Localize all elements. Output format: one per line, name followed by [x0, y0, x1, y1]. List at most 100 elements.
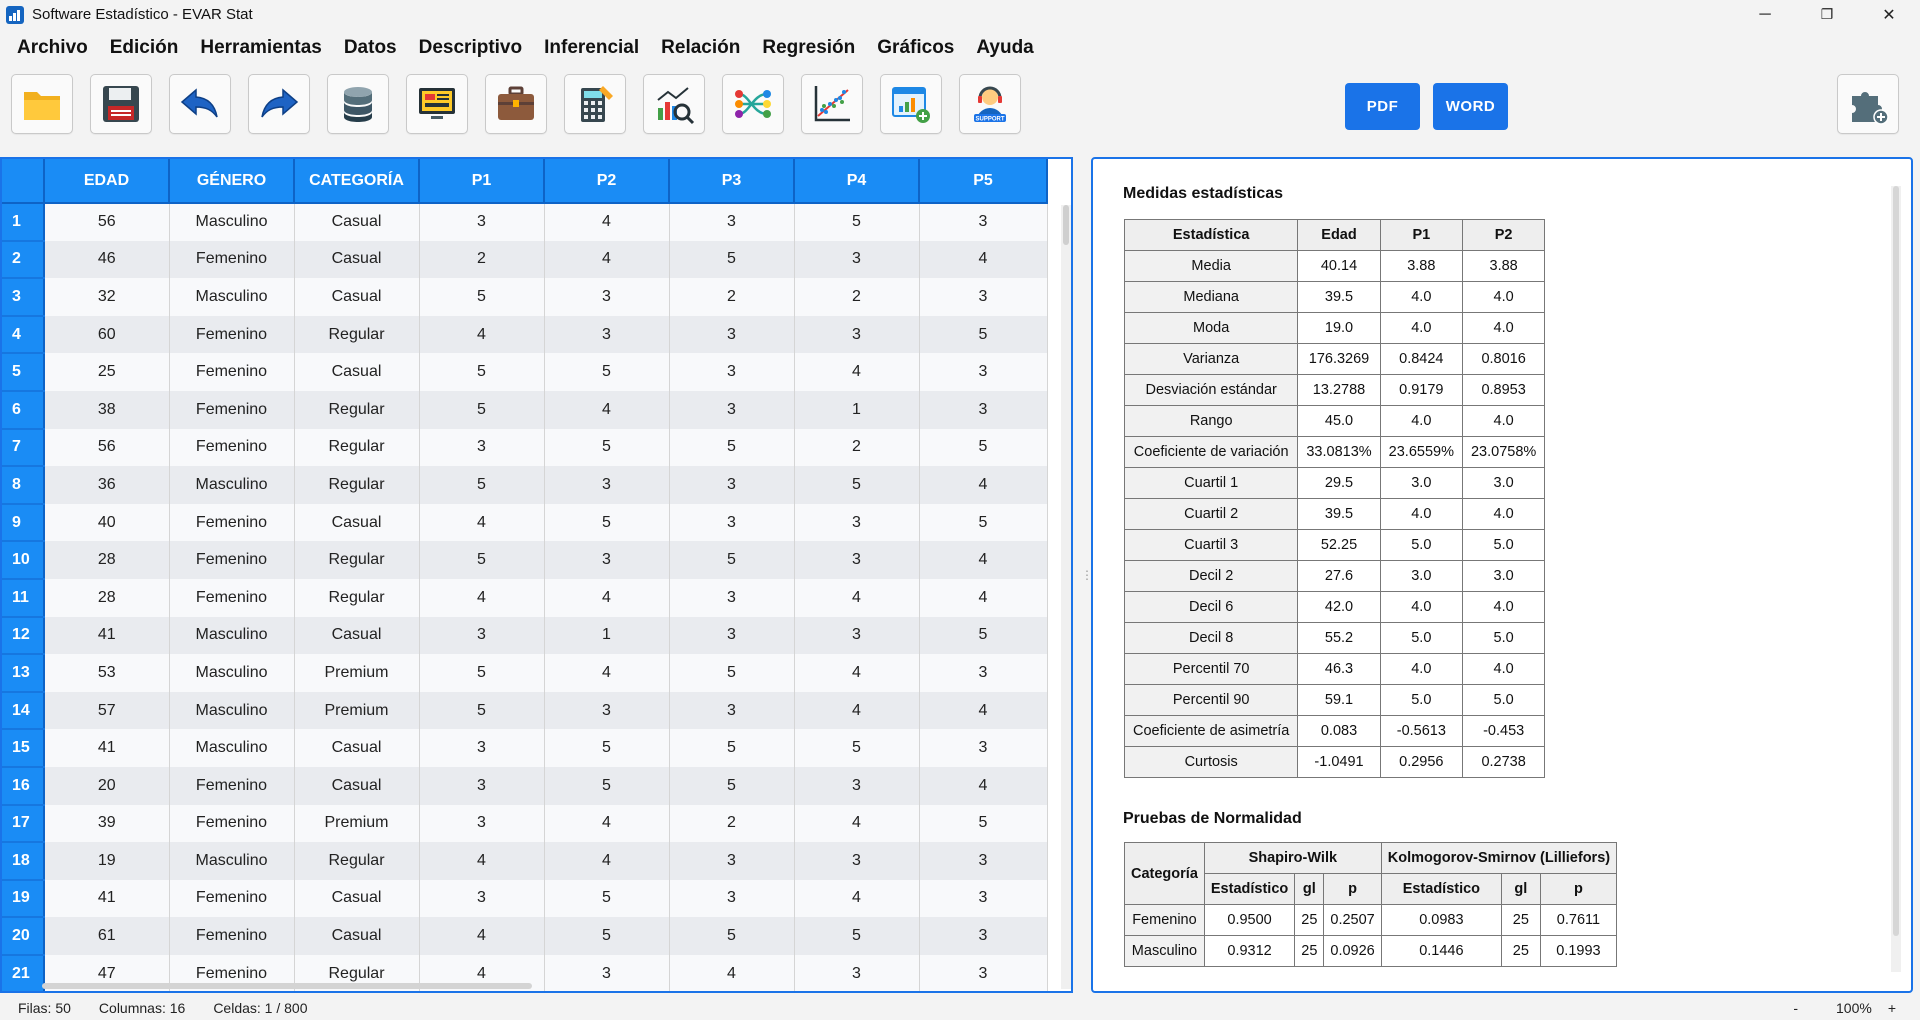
grid-cell[interactable]: 56 — [44, 203, 170, 241]
grid-cell[interactable]: 4 — [544, 654, 670, 692]
grid-cell[interactable]: 5 — [419, 466, 545, 504]
grid-cell[interactable]: Femenino — [169, 766, 295, 805]
menu-descriptivo[interactable]: Descriptivo — [408, 37, 533, 59]
grid-cell[interactable]: 56 — [44, 428, 170, 467]
grid-cell[interactable]: 53 — [44, 654, 170, 692]
grid-cell[interactable]: 3 — [544, 954, 670, 991]
grid-cell[interactable]: 41 — [44, 729, 170, 767]
data-grid[interactable]: EDAD GÉNERO CATEGORÍA P1 P2 P3 P4 P5 1 56 Masculi… — [0, 157, 1073, 993]
row-number[interactable]: 10 — [2, 541, 45, 580]
grid-cell[interactable]: 57 — [44, 691, 170, 730]
grid-cell[interactable]: 3 — [419, 879, 545, 918]
grid-cell[interactable]: 4 — [794, 804, 920, 843]
grid-cell[interactable]: 5 — [919, 616, 1048, 655]
grid-cell[interactable]: 19 — [44, 842, 170, 880]
grid-cell[interactable]: 3 — [919, 278, 1048, 316]
grid-cell[interactable]: Regular — [294, 578, 420, 617]
grid-cell[interactable]: 40 — [44, 503, 170, 542]
export-pdf-button[interactable]: PDF — [1345, 83, 1420, 130]
grid-cell[interactable]: 5 — [419, 691, 545, 730]
grid-cell[interactable]: 4 — [544, 240, 670, 279]
grid-cell[interactable]: 5 — [794, 203, 920, 241]
grid-cell[interactable]: 4 — [544, 578, 670, 617]
chart-analysis-button[interactable] — [643, 74, 705, 134]
grid-cell[interactable]: 3 — [919, 353, 1048, 391]
grid-column-header[interactable]: CATEGORÍA — [294, 159, 420, 204]
row-number[interactable]: 18 — [2, 842, 45, 881]
grid-cell[interactable]: 3 — [794, 766, 920, 805]
grid-cell[interactable]: 5 — [669, 917, 795, 955]
grid-cell[interactable]: 1 — [544, 616, 670, 655]
add-report-button[interactable] — [880, 74, 942, 134]
grid-cell[interactable]: 4 — [919, 240, 1048, 279]
grid-cell[interactable]: 4 — [794, 654, 920, 692]
grid-cell[interactable]: 5 — [544, 766, 670, 805]
grid-cell[interactable]: 3 — [544, 466, 670, 504]
grid-cell[interactable]: Masculino — [169, 729, 295, 767]
grid-cell[interactable]: 5 — [794, 917, 920, 955]
grid-cell[interactable]: 4 — [919, 541, 1048, 579]
grid-cell[interactable]: 41 — [44, 616, 170, 655]
grid-cell[interactable]: Regular — [294, 315, 420, 354]
grid-cell[interactable]: 3 — [419, 804, 545, 843]
row-number[interactable]: 2 — [2, 240, 45, 280]
grid-cell[interactable]: 3 — [669, 203, 795, 241]
grid-cell[interactable]: Femenino — [169, 428, 295, 467]
grid-cell[interactable]: 28 — [44, 541, 170, 579]
grid-cell[interactable]: 2 — [419, 240, 545, 279]
grid-cell[interactable]: 4 — [794, 879, 920, 918]
grid-cell[interactable]: Femenino — [169, 315, 295, 354]
grid-cell[interactable]: 38 — [44, 390, 170, 429]
grid-horizontal-scrollbar[interactable] — [42, 983, 532, 989]
grid-cell[interactable]: 3 — [919, 654, 1048, 692]
grid-cell[interactable]: 5 — [544, 879, 670, 918]
grid-cell[interactable]: 3 — [419, 203, 545, 241]
grid-cell[interactable]: 5 — [669, 729, 795, 767]
grid-cell[interactable]: 4 — [544, 804, 670, 843]
grid-cell[interactable]: 5 — [419, 278, 545, 316]
row-number[interactable]: 17 — [2, 804, 45, 844]
grid-cell[interactable]: 4 — [794, 353, 920, 391]
grid-column-header[interactable]: P2 — [544, 159, 670, 204]
grid-cell[interactable]: 3 — [794, 315, 920, 354]
grid-cell[interactable]: 5 — [544, 917, 670, 955]
row-number[interactable]: 14 — [2, 691, 45, 731]
grid-cell[interactable]: 3 — [669, 691, 795, 730]
grid-cell[interactable]: Femenino — [169, 503, 295, 542]
grid-cell[interactable]: 25 — [44, 353, 170, 391]
grid-cell[interactable]: Masculino — [169, 691, 295, 730]
grid-cell[interactable]: 5 — [544, 503, 670, 542]
grid-cell[interactable]: 3 — [419, 729, 545, 767]
zoom-out-button[interactable]: - — [1793, 1000, 1798, 1016]
grid-cell[interactable]: 3 — [794, 954, 920, 991]
grid-cell[interactable]: 3 — [544, 541, 670, 579]
grid-cell[interactable]: 3 — [669, 466, 795, 504]
grid-cell[interactable]: 61 — [44, 917, 170, 955]
grid-cell[interactable]: 5 — [919, 503, 1048, 542]
grid-cell[interactable]: Premium — [294, 804, 420, 843]
grid-cell[interactable]: 5 — [669, 766, 795, 805]
grid-cell[interactable]: 5 — [669, 428, 795, 467]
grid-cell[interactable]: Masculino — [169, 203, 295, 241]
maximize-button[interactable]: ❐ — [1796, 0, 1858, 29]
grid-cell[interactable]: Femenino — [169, 541, 295, 579]
grid-cell[interactable]: 3 — [794, 616, 920, 655]
undo-button[interactable] — [169, 74, 231, 134]
grid-cell[interactable]: 5 — [419, 390, 545, 429]
minimize-button[interactable]: ─ — [1734, 0, 1796, 29]
grid-cell[interactable]: 3 — [919, 203, 1048, 241]
grid-cell[interactable]: 4 — [919, 766, 1048, 805]
network-button[interactable] — [722, 74, 784, 134]
menu-graficos[interactable]: Gráficos — [866, 37, 965, 59]
grid-cell[interactable]: 20 — [44, 766, 170, 805]
grid-cell[interactable]: 4 — [419, 578, 545, 617]
row-number[interactable]: 8 — [2, 466, 45, 505]
row-number[interactable]: 13 — [2, 654, 45, 693]
grid-cell[interactable]: 3 — [544, 691, 670, 730]
grid-cell[interactable]: 46 — [44, 240, 170, 279]
open-file-button[interactable] — [11, 74, 73, 134]
briefcase-button[interactable] — [485, 74, 547, 134]
grid-cell[interactable]: Casual — [294, 879, 420, 918]
redo-button[interactable] — [248, 74, 310, 134]
row-number[interactable]: 4 — [2, 315, 45, 355]
